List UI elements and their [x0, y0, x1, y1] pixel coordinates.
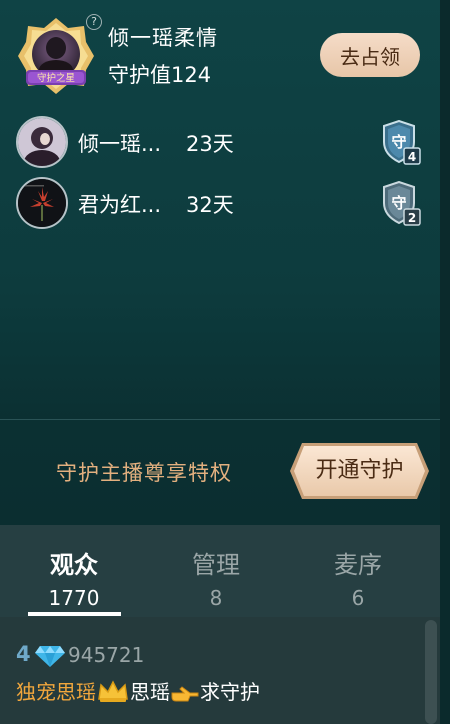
divider	[0, 419, 440, 420]
guardian-level: 2	[408, 211, 416, 225]
guardian-star-avatar[interactable]: 守护之星	[16, 16, 96, 96]
avatar	[16, 177, 68, 229]
tab-label: 麦序	[334, 551, 382, 579]
viewer-id: 945721	[68, 643, 145, 667]
tab-mic-queue[interactable]: 麦序 6	[298, 525, 418, 617]
diamond-icon	[34, 644, 66, 668]
guard-value: 守护值124	[108, 63, 212, 87]
shield-icon: 守 2	[380, 180, 422, 227]
viewer-name: 独宠思瑶	[16, 680, 96, 704]
tab-bar: 观众 1770 管理 8 麦序 6	[0, 525, 440, 617]
viewer-list[interactable]	[0, 617, 440, 724]
guardian-star-badge-text: 守护之星	[37, 72, 75, 84]
guardian-days: 32天	[186, 193, 234, 217]
tab-admin[interactable]: 管理 8	[156, 525, 276, 617]
active-tab-indicator	[28, 612, 121, 616]
help-icon[interactable]: ?	[86, 14, 102, 30]
tab-count: 8	[209, 586, 223, 610]
message-text: 求守护	[200, 680, 260, 704]
guardian-row[interactable]: 倾一瑶... 23天 守 4	[16, 116, 426, 168]
message-target: 思瑶	[130, 680, 170, 704]
scrollbar[interactable]	[425, 620, 437, 724]
crown-icon	[96, 679, 130, 707]
occupy-button[interactable]: 去占领	[320, 33, 420, 77]
viewer-level: 4	[16, 642, 31, 666]
guardian-days: 23天	[186, 132, 234, 156]
tab-count: 6	[351, 586, 365, 610]
guardian-name: 倾一瑶...	[78, 132, 162, 156]
guardian-row[interactable]: 君为红... 32天 守 2	[16, 177, 426, 229]
tab-audience[interactable]: 观众 1770	[14, 525, 134, 617]
side-edge	[440, 0, 450, 724]
tab-count: 1770	[48, 586, 100, 610]
tab-label: 观众	[50, 551, 98, 579]
guardian-name: 君为红...	[78, 193, 162, 217]
open-guard-label: 开通守护	[315, 458, 404, 483]
pointing-hand-icon	[170, 681, 200, 707]
shield-icon: 守 4	[380, 119, 422, 166]
tab-label: 管理	[192, 551, 240, 579]
privilege-text: 守护主播尊享特权	[56, 461, 232, 485]
top-guardian-name: 倾一瑶柔情	[108, 26, 218, 50]
open-guard-button[interactable]: 开通守护	[288, 441, 431, 501]
guardian-level: 4	[408, 150, 416, 164]
viewer-message[interactable]: 独宠思瑶 思瑶 求守护	[16, 676, 260, 706]
avatar	[16, 116, 68, 168]
